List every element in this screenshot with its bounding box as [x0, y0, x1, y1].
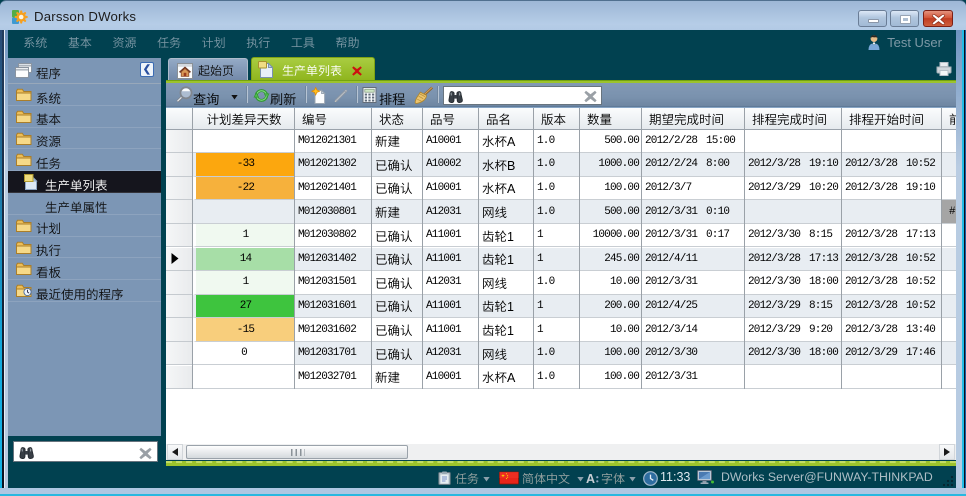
svg-text:A: A	[586, 472, 595, 485]
